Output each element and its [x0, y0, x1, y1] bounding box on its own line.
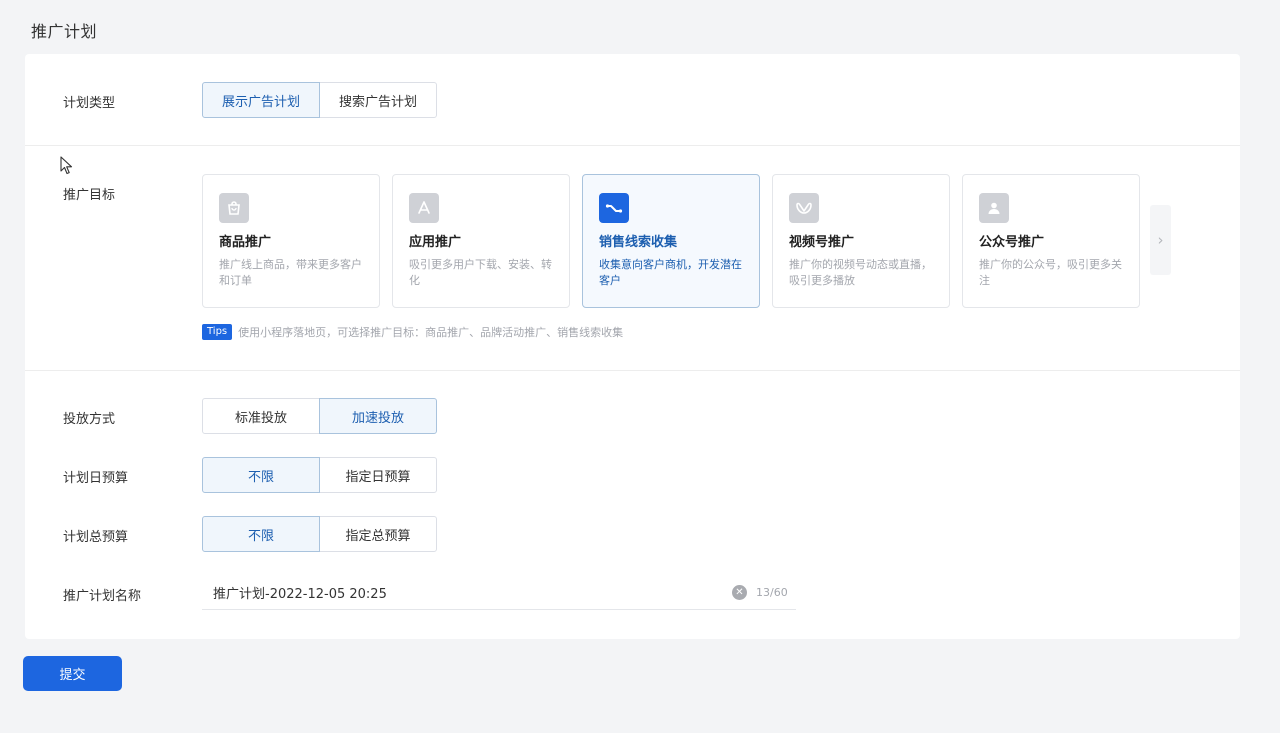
plan-type-segmented: 展示广告计划 搜索广告计划 — [202, 82, 437, 118]
delivery-segmented: 标准投放 加速投放 — [202, 398, 437, 434]
goal-label: 推广目标 — [63, 188, 116, 203]
plan-type-display-button[interactable]: 展示广告计划 — [202, 82, 320, 118]
butterfly-icon — [789, 193, 819, 223]
divider — [25, 145, 1240, 146]
goal-desc: 吸引更多用户下载、安装、转化 — [409, 258, 552, 287]
plan-type-search-button[interactable]: 搜索广告计划 — [319, 82, 437, 118]
goal-title: 销售线索收集 — [599, 235, 678, 250]
goal-tips: Tips 使用小程序落地页，可选择推广目标：商品推广、品牌活动推广、销售线索收集 — [202, 324, 623, 340]
goal-card-channels[interactable]: 视频号推广 推广你的视频号动态或直播，吸引更多播放 — [772, 174, 950, 308]
goal-desc: 推广线上商品，带来更多客户和订单 — [219, 258, 362, 287]
divider — [25, 370, 1240, 371]
char-count: 13/60 — [756, 586, 788, 599]
delivery-accelerated-button[interactable]: 加速投放 — [319, 398, 437, 434]
goal-card-app[interactable]: 应用推广 吸引更多用户下载、安装、转化 — [392, 174, 570, 308]
person-icon — [979, 193, 1009, 223]
plan-name-input[interactable] — [202, 585, 732, 600]
chevron-right-icon[interactable]: › — [1150, 205, 1171, 275]
plan-name-label: 推广计划名称 — [63, 589, 142, 604]
daily-budget-segmented: 不限 指定日预算 — [202, 457, 437, 493]
goal-desc: 收集意向客户商机，开发潜在客户 — [599, 258, 742, 287]
goal-desc: 推广你的视频号动态或直播，吸引更多播放 — [789, 258, 932, 287]
page-title: 推广计划 — [31, 22, 98, 41]
app-store-icon — [409, 193, 439, 223]
goal-card-leads[interactable]: 销售线索收集 收集意向客户商机，开发潜在客户 — [582, 174, 760, 308]
total-budget-label: 计划总预算 — [63, 530, 129, 545]
daily-budget-label: 计划日预算 — [63, 471, 129, 486]
total-budget-unlimited-button[interactable]: 不限 — [202, 516, 320, 552]
delivery-label: 投放方式 — [63, 412, 116, 427]
submit-button[interactable]: 提交 — [23, 656, 122, 691]
mouse-cursor-icon — [60, 156, 73, 175]
delivery-standard-button[interactable]: 标准投放 — [202, 398, 320, 434]
plan-type-label: 计划类型 — [63, 96, 116, 111]
daily-budget-unlimited-button[interactable]: 不限 — [202, 457, 320, 493]
daily-budget-specified-button[interactable]: 指定日预算 — [319, 457, 437, 493]
goal-title: 公众号推广 — [979, 235, 1045, 250]
goal-card-official-account[interactable]: 公众号推广 推广你的公众号，吸引更多关注 — [962, 174, 1140, 308]
total-budget-specified-button[interactable]: 指定总预算 — [319, 516, 437, 552]
goal-title: 视频号推广 — [789, 235, 855, 250]
goal-title: 商品推广 — [219, 235, 272, 250]
plan-name-field: ✕ 13/60 — [202, 576, 796, 610]
tips-badge: Tips — [202, 324, 233, 340]
plan-form-card: 计划类型 展示广告计划 搜索广告计划 推广目标 商品推广 推广线上商品，带来更多… — [25, 54, 1240, 639]
trend-icon — [599, 193, 629, 223]
clear-icon[interactable]: ✕ — [732, 585, 747, 600]
shopping-bag-icon — [219, 193, 249, 223]
goal-desc: 推广你的公众号，吸引更多关注 — [979, 258, 1122, 287]
total-budget-segmented: 不限 指定总预算 — [202, 516, 437, 552]
tips-text: 使用小程序落地页，可选择推广目标：商品推广、品牌活动推广、销售线索收集 — [238, 326, 624, 339]
goal-card-product[interactable]: 商品推广 推广线上商品，带来更多客户和订单 — [202, 174, 380, 308]
goal-cards: 商品推广 推广线上商品，带来更多客户和订单 应用推广 吸引更多用户下载、安装、转… — [202, 174, 1140, 308]
goal-title: 应用推广 — [409, 235, 462, 250]
